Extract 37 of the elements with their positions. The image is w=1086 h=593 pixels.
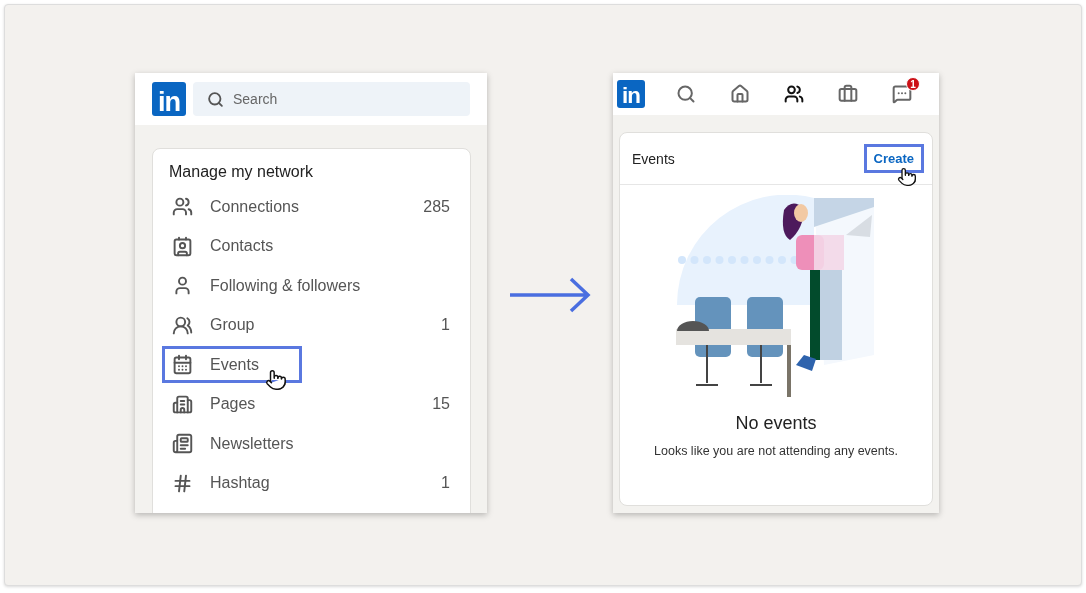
search-field[interactable]: Search [193,82,470,116]
person-icon [172,275,193,297]
building-icon [172,393,193,415]
notification-badge: 1 [906,77,920,91]
home-icon[interactable] [730,84,750,104]
contact-book-icon [172,235,193,257]
logo[interactable]: in [617,80,645,108]
search-placeholder: Search [233,91,278,107]
network-item[interactable]: Contacts [162,227,317,265]
network-item[interactable]: Newsletters [162,425,337,463]
arrow-icon [509,277,591,313]
newspaper-icon [172,433,193,455]
briefcase-icon[interactable] [838,84,858,104]
network-item[interactable]: Hashtag [162,464,313,502]
chat-icon[interactable] [892,84,912,104]
hashtag-icon [172,472,193,494]
item-count: 1 [441,316,450,335]
empty-title: No events [735,413,817,434]
item-count: 15 [432,395,450,414]
calendar-icon [172,354,193,376]
group-icon [172,314,193,336]
people-icon[interactable] [784,84,804,104]
hand-cursor-icon [896,167,917,187]
empty-text: Looks like you are not attending any events. [654,444,898,458]
network-item[interactable]: Following & followers [162,267,404,305]
network-item[interactable]: Connections [162,188,342,226]
network-item[interactable]: Group [162,306,298,344]
network-item[interactable]: Pages [162,385,299,423]
card-title: Events [632,150,675,167]
search-icon [207,90,224,108]
card-title: Manage my network [169,163,315,181]
item-count: 285 [423,197,450,216]
search-icon[interactable] [676,84,696,104]
hand-cursor-icon [265,369,287,392]
people-icon [172,196,193,218]
logo[interactable]: in [152,82,186,116]
item-count: 1 [441,474,450,493]
